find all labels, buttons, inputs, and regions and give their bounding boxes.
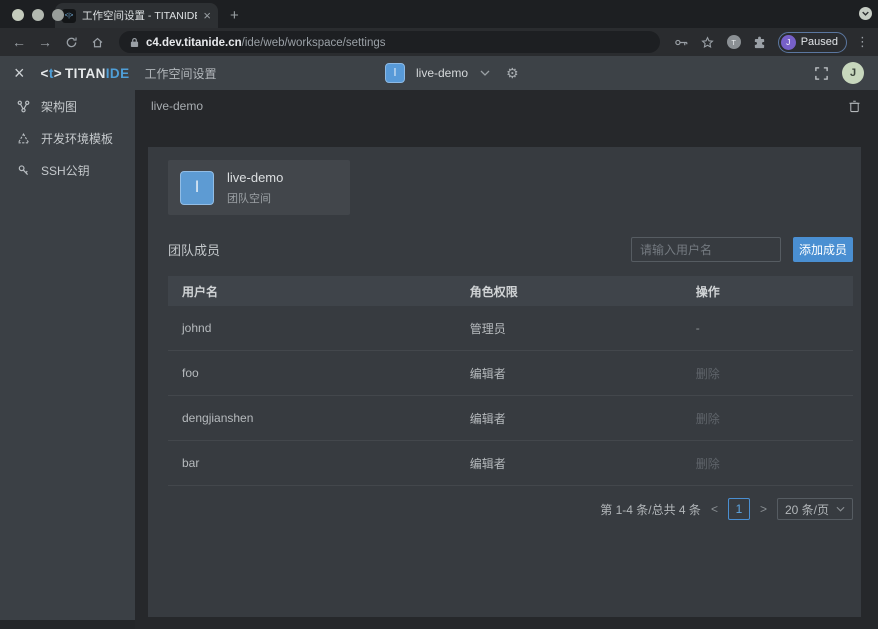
url-path: /ide/web/workspace/settings xyxy=(242,37,386,49)
fullscreen-icon[interactable] xyxy=(814,66,829,81)
delete-member-link[interactable]: 删除 xyxy=(682,410,853,427)
tab-search-button[interactable] xyxy=(859,7,872,20)
cell-username: bar xyxy=(168,456,456,470)
cell-role: 编辑者 xyxy=(456,455,682,472)
user-avatar[interactable]: J xyxy=(842,62,864,84)
tab-favicon-icon: <|> xyxy=(62,9,76,23)
key-icon xyxy=(17,164,30,177)
password-key-icon[interactable] xyxy=(672,32,692,52)
chevron-down-icon[interactable] xyxy=(480,70,490,76)
browser-profile-button[interactable]: J Paused xyxy=(778,32,847,53)
main-content: live-demo l live-demo 团队空间 团队成员 添加成员 xyxy=(135,90,878,629)
browser-toolbar: ← → c4.dev.titanide.cn/ide/web/workspace… xyxy=(0,28,878,56)
browser-tab[interactable]: <|> 工作空间设置 - TITANIDE × xyxy=(55,3,218,28)
delete-member-link[interactable]: 删除 xyxy=(682,365,853,382)
workspace-switcher[interactable]: l live-demo ⚙ xyxy=(385,56,519,90)
add-member-button[interactable]: 添加成员 xyxy=(793,237,853,262)
tab-close-icon[interactable]: × xyxy=(203,9,211,22)
tab-title: 工作空间设置 - TITANIDE xyxy=(82,8,197,23)
pagination-summary: 第 1-4 条/总共 4 条 xyxy=(600,501,701,518)
delete-workspace-trash-icon[interactable] xyxy=(848,99,861,113)
sidebar-item-architecture[interactable]: 架构图 xyxy=(0,90,135,122)
workspace-card-type: 团队空间 xyxy=(227,190,283,206)
browser-menu-icon[interactable]: ⋮ xyxy=(856,34,869,50)
sync-status-label: Paused xyxy=(801,36,838,48)
browser-tab-bar: <|> 工作空间设置 - TITANIDE × + xyxy=(0,0,878,28)
reload-button[interactable] xyxy=(61,32,81,52)
gear-icon[interactable]: ⚙ xyxy=(506,66,519,80)
breadcrumb: live-demo xyxy=(151,99,203,113)
extension-badge-icon[interactable]: T xyxy=(724,32,744,52)
workspace-card-name: live-demo xyxy=(227,170,283,185)
extensions-puzzle-icon[interactable] xyxy=(750,32,770,52)
column-action: 操作 xyxy=(682,283,853,300)
cell-role: 编辑者 xyxy=(456,410,682,427)
page-number-button[interactable]: 1 xyxy=(728,498,750,520)
window-minimize-button[interactable] xyxy=(32,9,44,21)
forward-button[interactable]: → xyxy=(35,32,55,52)
window-controls[interactable] xyxy=(12,9,64,21)
members-header: 团队成员 添加成员 xyxy=(168,237,853,262)
delete-member-link[interactable]: 删除 xyxy=(682,455,853,472)
bookmark-star-icon[interactable] xyxy=(698,32,718,52)
table-row: foo 编辑者 删除 xyxy=(168,351,853,396)
sidebar-item-label: 开发环境模板 xyxy=(41,130,113,147)
cell-role: 编辑者 xyxy=(456,365,682,382)
cell-username: dengjianshen xyxy=(168,411,456,425)
table-header-row: 用户名 角色权限 操作 xyxy=(168,276,853,306)
browser-profile-avatar: J xyxy=(781,35,796,50)
cell-role: 管理员 xyxy=(456,320,682,337)
column-username: 用户名 xyxy=(168,283,456,300)
address-bar[interactable]: c4.dev.titanide.cn/ide/web/workspace/set… xyxy=(119,31,660,53)
lock-icon xyxy=(130,37,139,48)
cell-username: foo xyxy=(168,366,456,380)
cell-action: - xyxy=(682,321,853,335)
workspace-card-avatar: l xyxy=(180,171,214,205)
workspace-card: l live-demo 团队空间 xyxy=(168,160,350,215)
branch-icon xyxy=(17,100,30,113)
url-domain: c4.dev.titanide.cn xyxy=(146,37,242,49)
workspace-name: live-demo xyxy=(416,66,468,80)
pagination: 第 1-4 条/总共 4 条 < 1 > 20 条/页 xyxy=(168,498,853,520)
window-zoom-button[interactable] xyxy=(52,9,64,21)
breadcrumb-bar: live-demo xyxy=(135,90,878,113)
app-topbar: × <t>TITANIDE 工作空间设置 l live-demo ⚙ J xyxy=(0,56,878,90)
column-role: 角色权限 xyxy=(456,283,682,300)
username-input[interactable] xyxy=(631,237,781,262)
sidebar-item-ssh-keys[interactable]: SSH公钥 xyxy=(0,154,135,186)
workspace-avatar: l xyxy=(385,63,405,83)
new-tab-button[interactable]: + xyxy=(230,7,239,28)
sidebar-item-label: 架构图 xyxy=(41,98,77,115)
titanide-logo: <t>TITANIDE xyxy=(41,66,130,81)
sidebar-item-label: SSH公钥 xyxy=(41,162,90,179)
prev-page-icon[interactable]: < xyxy=(710,502,719,516)
window-close-button[interactable] xyxy=(12,9,24,21)
app-close-icon[interactable]: × xyxy=(14,64,25,82)
template-icon xyxy=(17,132,30,145)
select-chevron-icon xyxy=(836,506,845,512)
table-row: bar 编辑者 删除 xyxy=(168,441,853,486)
members-table: 用户名 角色权限 操作 johnd 管理员 - foo 编辑者 删除 dengj… xyxy=(168,276,853,486)
page-size-value: 20 条/页 xyxy=(785,501,829,518)
back-button[interactable]: ← xyxy=(9,32,29,52)
sidebar-item-dev-template[interactable]: 开发环境模板 xyxy=(0,122,135,154)
workspace-settings-panel: l live-demo 团队空间 团队成员 添加成员 用户名 角色权限 操作 xyxy=(148,147,861,617)
home-button[interactable] xyxy=(87,32,107,52)
page-size-select[interactable]: 20 条/页 xyxy=(777,498,853,520)
page-title: 工作空间设置 xyxy=(144,65,216,82)
table-row: johnd 管理员 - xyxy=(168,306,853,351)
table-row: dengjianshen 编辑者 删除 xyxy=(168,396,853,441)
members-section-title: 团队成员 xyxy=(168,240,220,259)
sidebar: 架构图 开发环境模板 SSH公钥 xyxy=(0,90,135,620)
cell-username: johnd xyxy=(168,321,456,335)
next-page-icon[interactable]: > xyxy=(759,502,768,516)
